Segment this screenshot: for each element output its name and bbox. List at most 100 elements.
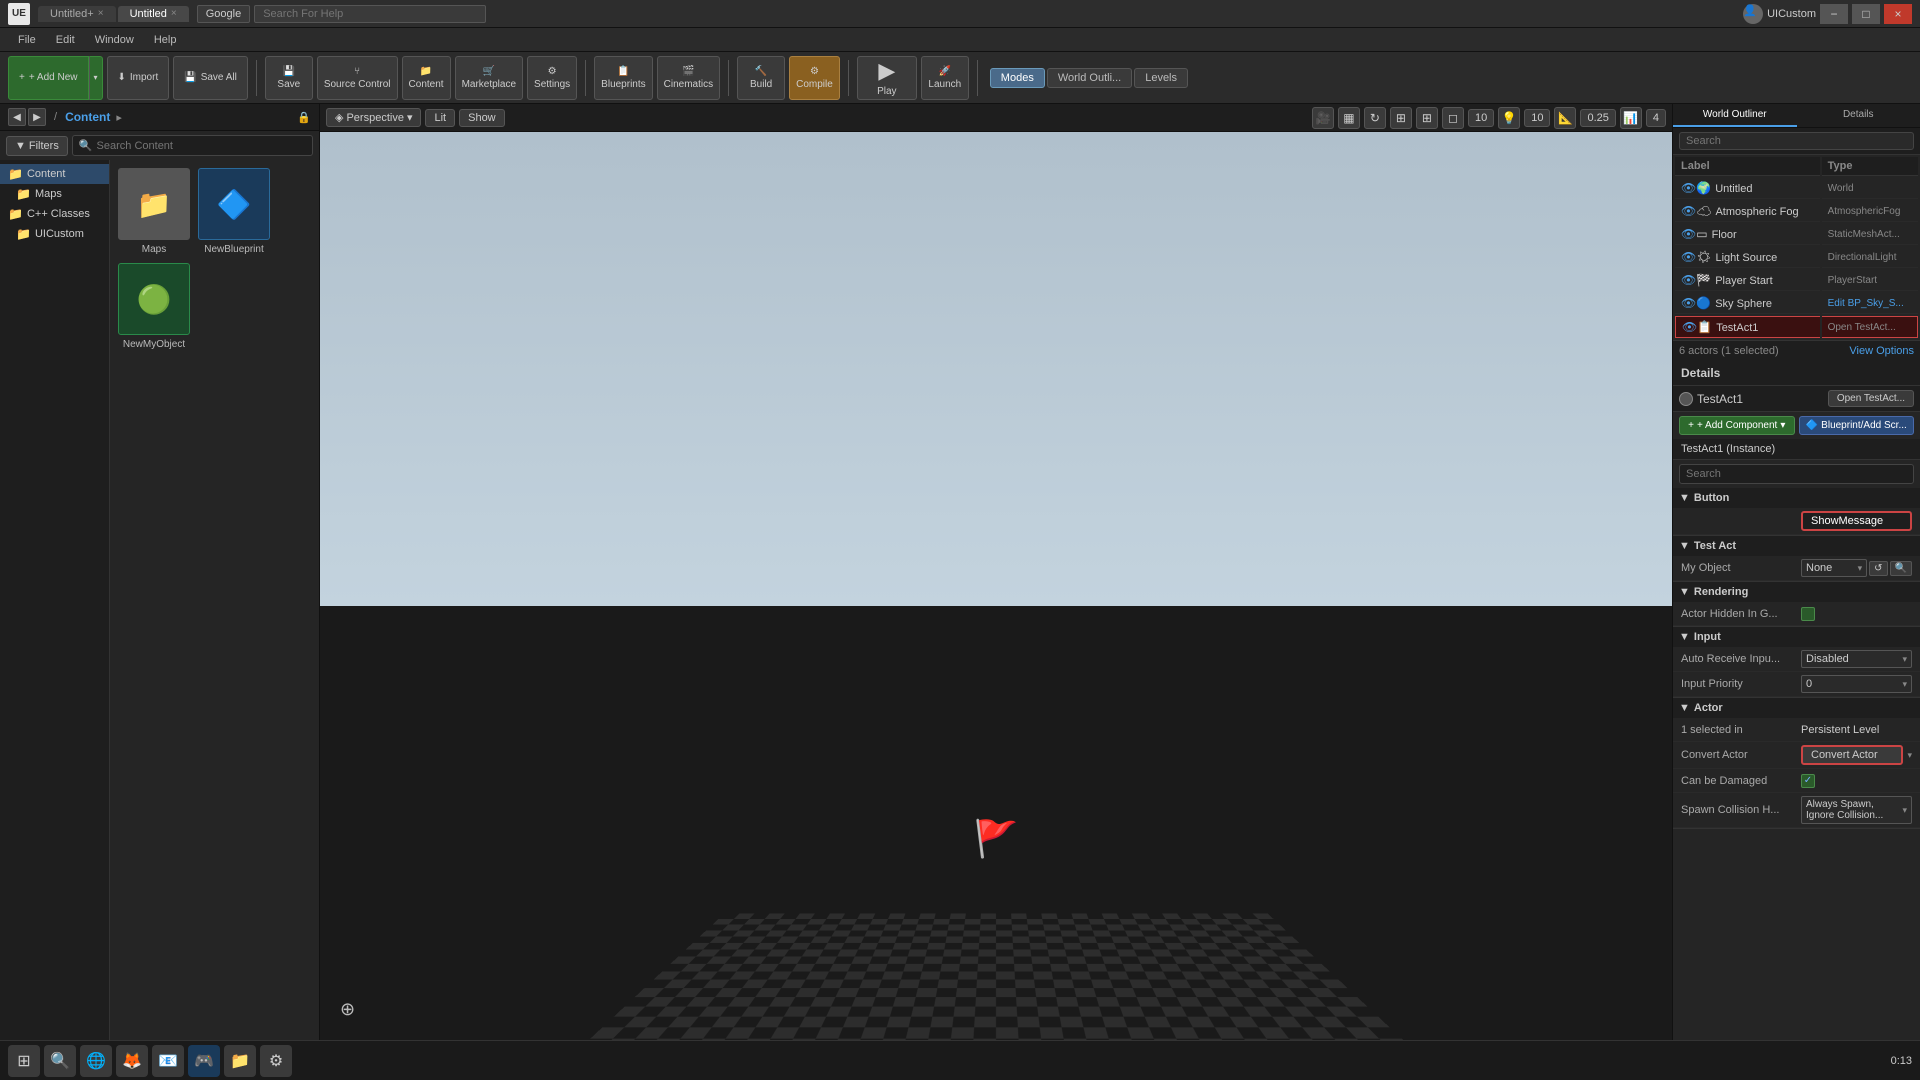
viewport[interactable]: 🚩 ⊕ Level: Untitled (Persistent): [320, 132, 1672, 1080]
title-tab-1-close[interactable]: ×: [98, 8, 104, 19]
cinematics-button[interactable]: 🎬 Cinematics: [657, 56, 720, 100]
vp-show-btn[interactable]: Show: [459, 109, 505, 127]
hidden-checkbox[interactable]: [1801, 607, 1815, 621]
taskbar-mail[interactable]: 📧: [152, 1045, 184, 1077]
details-section-input-header[interactable]: ▼ Input: [1673, 627, 1920, 647]
details-section-testact-header[interactable]: ▼ Test Act: [1673, 536, 1920, 556]
marketplace-button[interactable]: 🛒 Marketplace: [455, 56, 523, 100]
wo-eye-player[interactable]: 👁: [1681, 273, 1696, 287]
vp-light-icon[interactable]: 💡: [1498, 107, 1520, 129]
vp-rotation-icon[interactable]: ↻: [1364, 107, 1386, 129]
vp-grid-icon[interactable]: ▦: [1338, 107, 1360, 129]
vp-scale-icon[interactable]: ⊞: [1390, 107, 1412, 129]
vp-layer-value[interactable]: 4: [1646, 109, 1666, 127]
wo-row-sky[interactable]: 👁🔵Sky Sphere Edit BP_Sky_S...: [1675, 293, 1918, 314]
tab-world-outliner[interactable]: World Outliner: [1673, 104, 1797, 127]
vp-layer-icon[interactable]: 📊: [1620, 107, 1642, 129]
vp-snap-value[interactable]: 0.25: [1580, 109, 1615, 127]
myobject-reset-btn[interactable]: ↺: [1869, 561, 1887, 576]
wo-eye-untitled[interactable]: 👁: [1681, 181, 1696, 195]
filter-button[interactable]: ▼ Filters: [6, 136, 68, 156]
tab-details[interactable]: Details: [1797, 104, 1920, 127]
maximize-button[interactable]: □: [1852, 4, 1880, 24]
folder-cpp[interactable]: 📁 C++ Classes: [0, 204, 109, 224]
myobject-dropdown[interactable]: None ▾: [1801, 559, 1867, 577]
wo-row-player[interactable]: 👁🏁Player Start PlayerStart: [1675, 270, 1918, 291]
add-component-button[interactable]: + + Add Component ▾: [1679, 416, 1795, 435]
taskbar-firefox[interactable]: 🦊: [116, 1045, 148, 1077]
title-tab-2[interactable]: Untitled ×: [118, 6, 189, 22]
folder-content[interactable]: 📁 Content: [0, 164, 109, 184]
wo-col-type[interactable]: Type: [1822, 157, 1918, 176]
vp-camera-speed-icon[interactable]: 🎥: [1312, 107, 1334, 129]
wo-eye-light[interactable]: 👁: [1681, 250, 1696, 264]
priority-dropdown[interactable]: 0 ▾: [1801, 675, 1912, 693]
wo-row-testact1[interactable]: 👁📋TestAct1 Open TestAct...: [1675, 316, 1918, 338]
wo-eye-floor[interactable]: 👁: [1681, 227, 1696, 241]
vp-lit-btn[interactable]: Lit: [425, 109, 455, 127]
menu-edit[interactable]: Edit: [46, 32, 85, 48]
source-control-button[interactable]: ⑂ Source Control: [317, 56, 398, 100]
content-search-input[interactable]: [97, 140, 306, 152]
showmessage-input[interactable]: ShowMessage: [1801, 511, 1912, 531]
world-outliner-button[interactable]: World Outli...: [1047, 68, 1132, 88]
levels-button[interactable]: Levels: [1134, 68, 1188, 88]
wo-eye-testact1[interactable]: 👁: [1682, 320, 1697, 334]
wo-row-light[interactable]: 👁☀Light Source DirectionalLight: [1675, 247, 1918, 268]
wo-eye-sky[interactable]: 👁: [1681, 296, 1696, 310]
import-button[interactable]: ⬇ Import: [107, 56, 170, 100]
folder-uicustom[interactable]: 📁 UICustom: [0, 224, 109, 244]
google-label[interactable]: Google: [197, 5, 250, 23]
taskbar-settings[interactable]: ⚙: [260, 1045, 292, 1077]
wo-search-input[interactable]: [1679, 132, 1914, 150]
details-section-rendering-header[interactable]: ▼ Rendering: [1673, 582, 1920, 602]
modes-button[interactable]: Modes: [990, 68, 1045, 88]
vp-perspective-btn[interactable]: ◈ Perspective ▾: [326, 108, 421, 127]
taskbar-file[interactable]: 📁: [224, 1045, 256, 1077]
myobject-search-btn[interactable]: 🔍: [1890, 561, 1912, 576]
nav-back[interactable]: ◀: [8, 108, 26, 126]
spawn-dropdown[interactable]: Always Spawn, Ignore Collision... ▾: [1801, 796, 1912, 824]
add-new-arrow[interactable]: ▾: [89, 56, 103, 100]
lock-icon[interactable]: 🔒: [297, 111, 311, 124]
save-tool-button[interactable]: 💾 Save: [265, 56, 313, 100]
blueprints-button[interactable]: 📋 Blueprints: [594, 56, 652, 100]
vp-mode-icon[interactable]: ⊞: [1416, 107, 1438, 129]
settings-button[interactable]: ⚙ Settings: [527, 56, 577, 100]
launch-button[interactable]: 🚀 Launch: [921, 56, 969, 100]
content-breadcrumb[interactable]: Content: [65, 110, 110, 124]
menu-window[interactable]: Window: [85, 32, 144, 48]
convert-actor-button[interactable]: Convert Actor: [1801, 745, 1903, 765]
save-all-button[interactable]: 💾 Save All: [173, 56, 248, 100]
vp-grid-value2[interactable]: 10: [1524, 109, 1550, 127]
close-button[interactable]: ×: [1884, 4, 1912, 24]
menu-file[interactable]: File: [8, 32, 46, 48]
taskbar-ie[interactable]: 🌐: [80, 1045, 112, 1077]
wo-col-label[interactable]: Label: [1675, 157, 1820, 176]
autoreceive-dropdown[interactable]: Disabled ▾: [1801, 650, 1912, 668]
content-item-maps[interactable]: 📁 Maps: [118, 168, 190, 255]
play-button[interactable]: ▶ Play: [857, 56, 917, 100]
vp-snap-icon[interactable]: 📐: [1554, 107, 1576, 129]
add-new-button[interactable]: + + Add New: [8, 56, 89, 100]
title-tab-2-close[interactable]: ×: [171, 8, 177, 19]
content-item-newblueprint[interactable]: 🔷 NewBlueprint: [198, 168, 270, 255]
vp-surface-icon[interactable]: ◻: [1442, 107, 1464, 129]
title-tab-1[interactable]: Untitled+ ×: [38, 6, 116, 22]
menu-help[interactable]: Help: [144, 32, 187, 48]
taskbar-ue4[interactable]: 🎮: [188, 1045, 220, 1077]
details-section-actor-header[interactable]: ▼ Actor: [1673, 698, 1920, 718]
details-section-button-header[interactable]: ▼ Button: [1673, 488, 1920, 508]
search-for-help-input[interactable]: [254, 5, 486, 23]
vp-grid-value[interactable]: 10: [1468, 109, 1494, 127]
wo-row-floor[interactable]: 👁▭Floor StaticMeshAct...: [1675, 224, 1918, 245]
blueprint-add-button[interactable]: 🔷 Blueprint/Add Scr...: [1799, 416, 1915, 435]
content-button[interactable]: 📁 Content: [402, 56, 451, 100]
nav-forward[interactable]: ▶: [28, 108, 46, 126]
content-item-newmyobject[interactable]: 🟢 NewMyObject: [118, 263, 190, 350]
minimize-button[interactable]: −: [1820, 4, 1848, 24]
build-button[interactable]: 🔨 Build: [737, 56, 785, 100]
folder-maps[interactable]: 📁 Maps: [0, 184, 109, 204]
view-options-btn[interactable]: View Options: [1849, 345, 1914, 357]
details-open-button[interactable]: Open TestAct...: [1828, 390, 1914, 407]
